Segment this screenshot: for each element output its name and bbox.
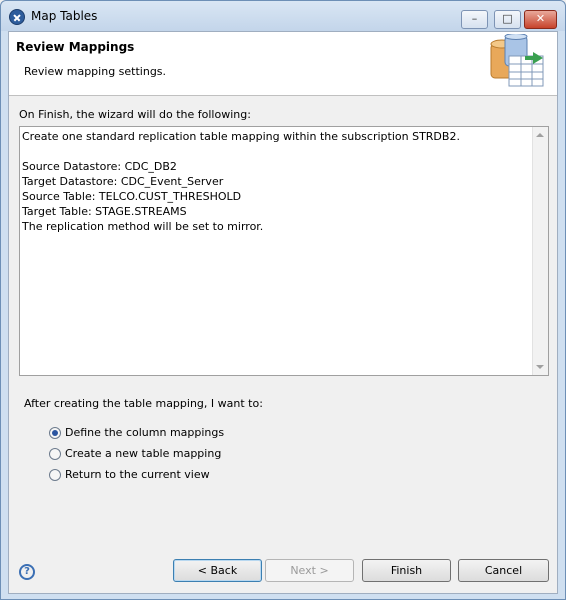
app-icon [9,9,25,25]
radio-button[interactable] [49,448,61,460]
wizard-header: Review Mappings Review mapping settings. [9,32,557,96]
summary-textarea[interactable]: Create one standard replication table ma… [19,126,549,376]
summary-line: Create one standard replication table ma… [22,130,460,143]
finish-button[interactable]: Finish [362,559,451,582]
radio-button[interactable] [49,469,61,481]
close-button[interactable]: ✕ [524,10,557,29]
summary-line: Source Datastore: CDC_DB2 [22,160,177,173]
maximize-button[interactable]: □ [494,10,521,29]
summary-line: Target Table: STAGE.STREAMS [22,205,187,218]
minimize-button[interactable]: – [461,10,488,29]
summary-label: On Finish, the wizard will do the follow… [19,108,251,121]
summary-line [22,144,530,159]
title-bar: Map Tables – □ ✕ [1,1,565,31]
cancel-button[interactable]: Cancel [458,559,549,582]
dialog-content: Review Mappings Review mapping settings.… [8,31,558,594]
map-tables-dialog: Map Tables – □ ✕ Review Mappings Review … [0,0,566,600]
radio-label: Create a new table mapping [65,447,222,460]
help-icon[interactable]: ? [19,564,35,580]
vertical-scrollbar[interactable] [532,127,548,375]
summary-text: Create one standard replication table ma… [22,129,530,234]
radio-label: Define the column mappings [65,426,225,439]
next-button[interactable]: Next > [265,559,354,582]
summary-line: Target Datastore: CDC_Event_Server [22,175,224,188]
page-description: Review mapping settings. [24,65,167,78]
summary-line: Source Table: TELCO.CUST_THRESHOLD [22,190,242,203]
summary-line: The replication method will be set to mi… [22,220,264,233]
radio-button[interactable] [49,427,61,439]
scroll-up-icon[interactable] [536,133,544,137]
radio-label: Return to the current view [65,468,210,481]
table-mapping-icon [490,34,544,87]
page-title: Review Mappings [16,40,135,54]
after-creation-label: After creating the table mapping, I want… [24,397,263,410]
scroll-down-icon[interactable] [536,365,544,369]
back-button[interactable]: < Back [173,559,262,582]
window-title: Map Tables [31,9,98,23]
